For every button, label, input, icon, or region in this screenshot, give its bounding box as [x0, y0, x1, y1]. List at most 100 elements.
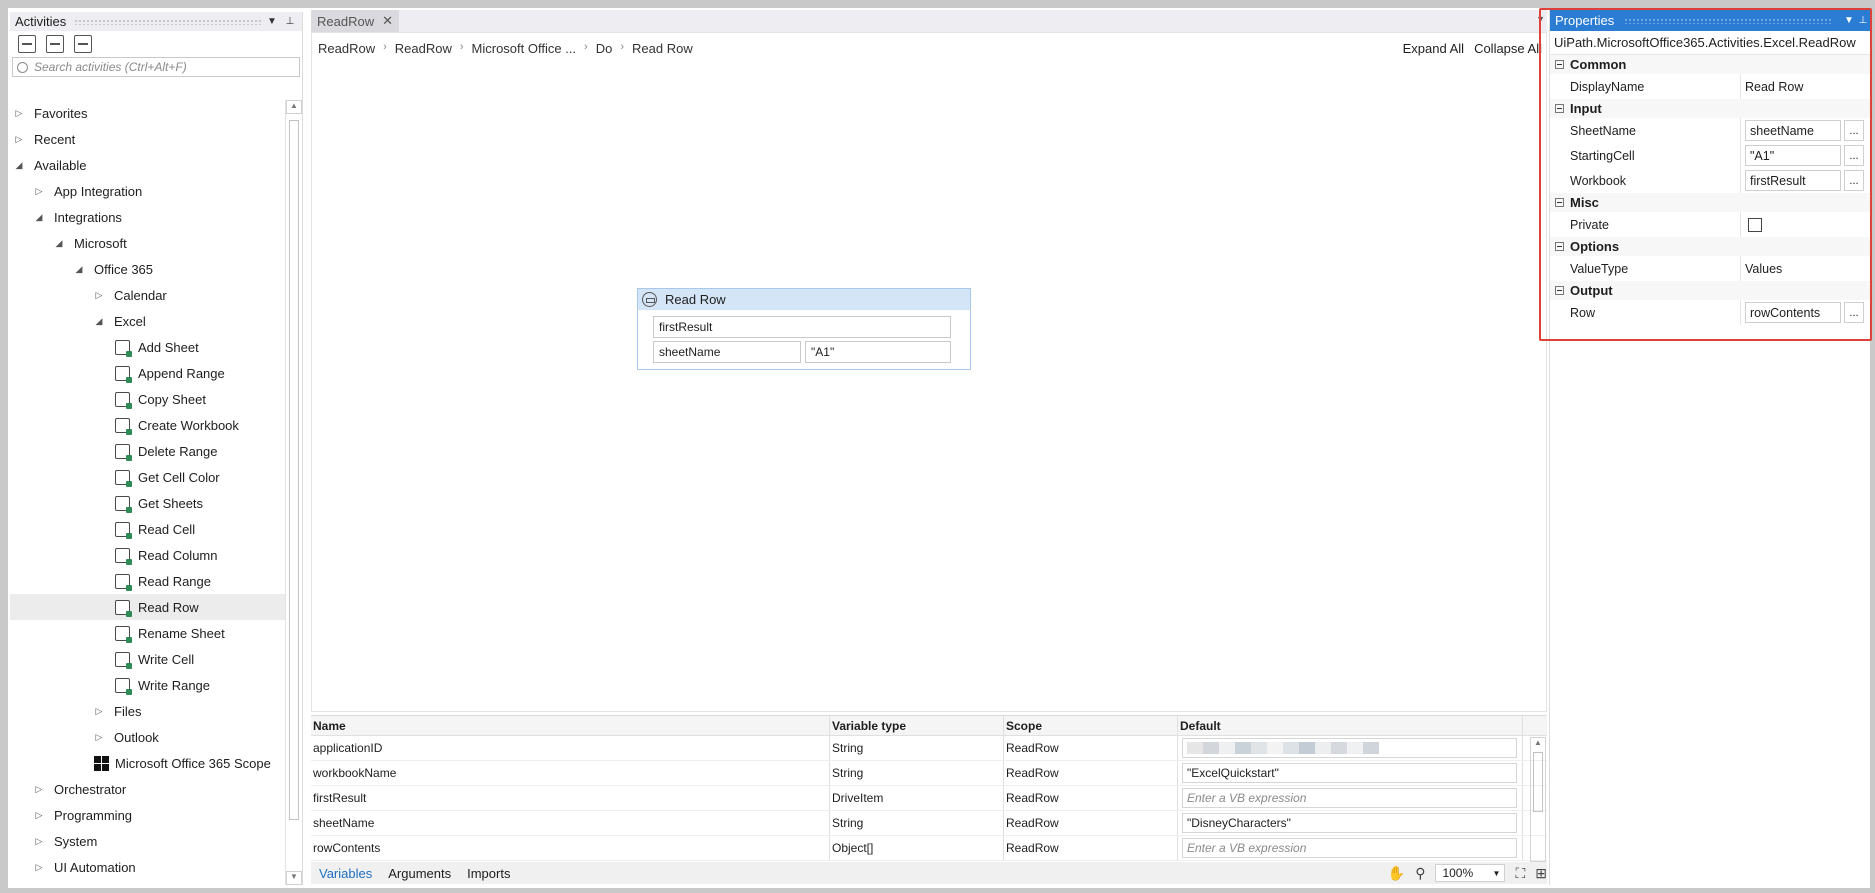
- read-row-activity[interactable]: Read Row firstResult sheetName "A1": [637, 288, 971, 370]
- breadcrumb-item[interactable]: Do: [596, 41, 613, 56]
- tree-item[interactable]: ▷ App Integration: [10, 178, 286, 204]
- table-row[interactable]: workbookName String ReadRow "ExcelQuickstar…: [311, 761, 1547, 786]
- collapsed-arrow-icon[interactable]: ▷: [34, 836, 44, 847]
- tree-item[interactable]: ◢ Available: [10, 152, 286, 178]
- tree-item[interactable]: Read Cell: [10, 516, 286, 542]
- activities-scrollbar[interactable]: ▲ ▼: [285, 100, 302, 885]
- prop-input[interactable]: firstResult: [1745, 170, 1841, 191]
- prop-value[interactable]: Values: [1745, 262, 1782, 276]
- default-value-input[interactable]: "DisneyCharacters": [1182, 813, 1517, 833]
- drag-grip[interactable]: [74, 18, 261, 25]
- cell-type[interactable]: String: [830, 811, 1004, 835]
- collapse-box-icon[interactable]: [1555, 286, 1564, 295]
- tab-arguments[interactable]: Arguments: [380, 866, 459, 881]
- collapsed-arrow-icon[interactable]: ▷: [34, 186, 44, 197]
- ellipsis-button[interactable]: ...: [1844, 302, 1864, 323]
- table-row[interactable]: firstResult DriveItem ReadRow Enter a VB ex…: [311, 786, 1547, 811]
- tab-variables[interactable]: Variables: [311, 866, 380, 881]
- tree-item[interactable]: ▷ Calendar: [10, 282, 286, 308]
- column-header[interactable]: Default: [1178, 716, 1523, 735]
- category-misc[interactable]: Misc: [1550, 193, 1870, 212]
- cell-scope[interactable]: ReadRow: [1004, 761, 1178, 785]
- tree-item[interactable]: Microsoft Office 365 Scope: [10, 750, 286, 776]
- cell-name[interactable]: rowContents: [311, 836, 830, 860]
- collapse-box-icon[interactable]: [1555, 242, 1564, 251]
- tab-readrow[interactable]: ReadRow ✕: [311, 10, 399, 32]
- cell-name[interactable]: workbookName: [311, 761, 830, 785]
- tree-item[interactable]: ▷ Files: [10, 698, 286, 724]
- tree-item[interactable]: ▷ System: [10, 828, 286, 854]
- overview-icon[interactable]: ⊞: [1535, 865, 1547, 882]
- category-input[interactable]: Input: [1550, 99, 1870, 118]
- ellipsis-button[interactable]: ...: [1844, 145, 1864, 166]
- ellipsis-button[interactable]: ...: [1844, 120, 1864, 141]
- tree-item[interactable]: Delete Range: [10, 438, 286, 464]
- tree-item[interactable]: Read Column: [10, 542, 286, 568]
- search-input[interactable]: Search activities (Ctrl+Alt+F): [12, 57, 300, 77]
- fit-to-screen-icon[interactable]: ⛶: [1515, 865, 1525, 882]
- tree-item[interactable]: ▷ Programming: [10, 802, 286, 828]
- tree-item[interactable]: ◢ Integrations: [10, 204, 286, 230]
- collapsed-arrow-icon[interactable]: ▷: [34, 862, 44, 873]
- default-value-input[interactable]: [1182, 738, 1517, 758]
- collapsed-arrow-icon[interactable]: ▷: [34, 784, 44, 795]
- table-row[interactable]: rowContents Object[] ReadRow Enter a VB exp…: [311, 836, 1547, 861]
- default-value-input[interactable]: "ExcelQuickstart": [1182, 763, 1517, 783]
- drag-grip[interactable]: [1624, 17, 1832, 24]
- breadcrumb-item[interactable]: Read Row: [632, 41, 693, 56]
- variables-scrollbar[interactable]: ▲: [1530, 737, 1546, 862]
- expand-all-link[interactable]: Expand All: [1403, 41, 1464, 56]
- expanded-arrow-icon[interactable]: ◢: [54, 238, 64, 249]
- tab-imports[interactable]: Imports: [459, 866, 518, 881]
- private-checkbox[interactable]: [1748, 217, 1762, 232]
- category-common[interactable]: Common: [1550, 55, 1870, 74]
- collapse-box-icon[interactable]: [1555, 198, 1564, 207]
- tree-item[interactable]: ▷ UI Automation: [10, 854, 286, 880]
- column-header[interactable]: Variable type: [830, 716, 1004, 735]
- cell-scope[interactable]: ReadRow: [1004, 836, 1178, 860]
- tree-item[interactable]: ▷UiPath: [10, 880, 286, 885]
- collapsed-arrow-icon[interactable]: ▷: [94, 290, 104, 301]
- collapsed-arrow-icon[interactable]: ▷: [14, 134, 24, 145]
- tab-list-dropdown-icon[interactable]: ▼: [1536, 14, 1545, 24]
- cell-scope[interactable]: ReadRow: [1004, 811, 1178, 835]
- pin-icon[interactable]: ⊥: [1856, 15, 1870, 26]
- breadcrumb-item[interactable]: Microsoft Office ...: [472, 41, 577, 56]
- tree-item[interactable]: Write Range: [10, 672, 286, 698]
- prop-input[interactable]: rowContents: [1745, 302, 1841, 323]
- collapse-box-icon[interactable]: [1555, 104, 1564, 113]
- tree-item[interactable]: Rename Sheet: [10, 620, 286, 646]
- cell-type[interactable]: String: [830, 736, 1004, 760]
- prop-input[interactable]: sheetName: [1745, 120, 1841, 141]
- collapsed-arrow-icon[interactable]: ▷: [94, 706, 104, 717]
- workbook-field[interactable]: firstResult: [653, 316, 951, 338]
- collapse-all-icon[interactable]: [46, 35, 64, 53]
- expanded-arrow-icon[interactable]: ◢: [74, 264, 84, 275]
- dropdown-arrow-icon[interactable]: ▼: [265, 16, 279, 27]
- cell-type[interactable]: DriveItem: [830, 786, 1004, 810]
- tree-item[interactable]: ▷ Outlook: [10, 724, 286, 750]
- scroll-down-icon[interactable]: ▼: [286, 871, 302, 885]
- tree-item[interactable]: Get Cell Color: [10, 464, 286, 490]
- magnifier-icon[interactable]: ⚲: [1415, 865, 1425, 882]
- cell-name[interactable]: firstResult: [311, 786, 830, 810]
- scroll-up-icon[interactable]: ▲: [286, 100, 302, 114]
- expanded-arrow-icon[interactable]: ◢: [34, 212, 44, 223]
- breadcrumb-item[interactable]: ReadRow: [318, 41, 375, 56]
- tree-item[interactable]: Read Row: [10, 594, 286, 620]
- expand-all-icon[interactable]: [18, 35, 36, 53]
- scroll-up-icon[interactable]: ▲: [1531, 738, 1545, 750]
- collapse-box-icon[interactable]: [1555, 60, 1564, 69]
- prop-value[interactable]: Read Row: [1745, 80, 1803, 94]
- cell-type[interactable]: String: [830, 761, 1004, 785]
- category-options[interactable]: Options: [1550, 237, 1870, 256]
- sheet-field[interactable]: sheetName: [653, 341, 801, 363]
- table-row[interactable]: sheetName String ReadRow "DisneyCharacters": [311, 811, 1547, 836]
- default-value-input[interactable]: Enter a VB expression: [1182, 838, 1517, 858]
- cell-type[interactable]: Object[]: [830, 836, 1004, 860]
- ellipsis-button[interactable]: ...: [1844, 170, 1864, 191]
- filter-icon[interactable]: [74, 35, 92, 53]
- tree-item[interactable]: Add Sheet: [10, 334, 286, 360]
- pin-icon[interactable]: ⊥: [283, 16, 297, 27]
- close-icon[interactable]: ✕: [382, 13, 393, 29]
